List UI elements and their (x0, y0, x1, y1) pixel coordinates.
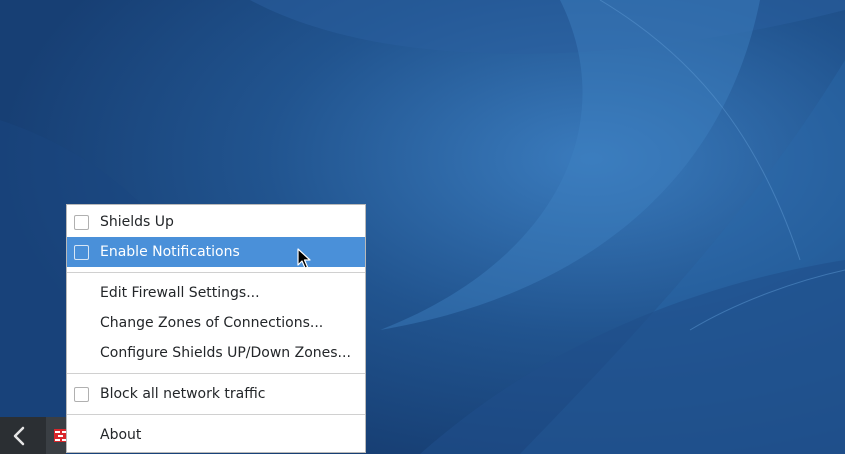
menu-separator (67, 272, 365, 273)
menu-item-configure-shields-zones[interactable]: Configure Shields UP/Down Zones... (67, 338, 365, 368)
menu-item-label: Block all network traffic (100, 386, 266, 402)
enable-notifications-checkbox[interactable] (74, 244, 89, 260)
menu-item-label: About (100, 427, 142, 443)
panel-back-button[interactable] (0, 417, 38, 454)
menu-item-shields-up[interactable]: Shields Up (67, 207, 365, 237)
taskbar-panel (0, 417, 68, 454)
system-tray (46, 417, 68, 454)
menu-item-edit-firewall-settings[interactable]: Edit Firewall Settings... (67, 278, 365, 308)
shields-up-checkbox[interactable] (74, 214, 89, 230)
block-all-traffic-checkbox[interactable] (74, 386, 89, 402)
menu-item-label: Edit Firewall Settings... (100, 285, 260, 301)
firewall-context-menu: Shields Up Enable Notifications Edit Fir… (66, 204, 366, 453)
menu-item-label: Shields Up (100, 214, 174, 230)
chevron-left-icon (13, 426, 25, 445)
mouse-pointer-icon (297, 248, 311, 269)
menu-item-change-zones[interactable]: Change Zones of Connections... (67, 308, 365, 338)
menu-item-label: Configure Shields UP/Down Zones... (100, 345, 351, 361)
menu-item-enable-notifications[interactable]: Enable Notifications (67, 237, 365, 267)
menu-item-about[interactable]: About (67, 420, 365, 450)
menu-item-label: Change Zones of Connections... (100, 315, 324, 331)
menu-separator (67, 373, 365, 374)
menu-separator (67, 414, 365, 415)
menu-item-label: Enable Notifications (100, 244, 240, 260)
menu-item-block-all-traffic[interactable]: Block all network traffic (67, 379, 365, 409)
